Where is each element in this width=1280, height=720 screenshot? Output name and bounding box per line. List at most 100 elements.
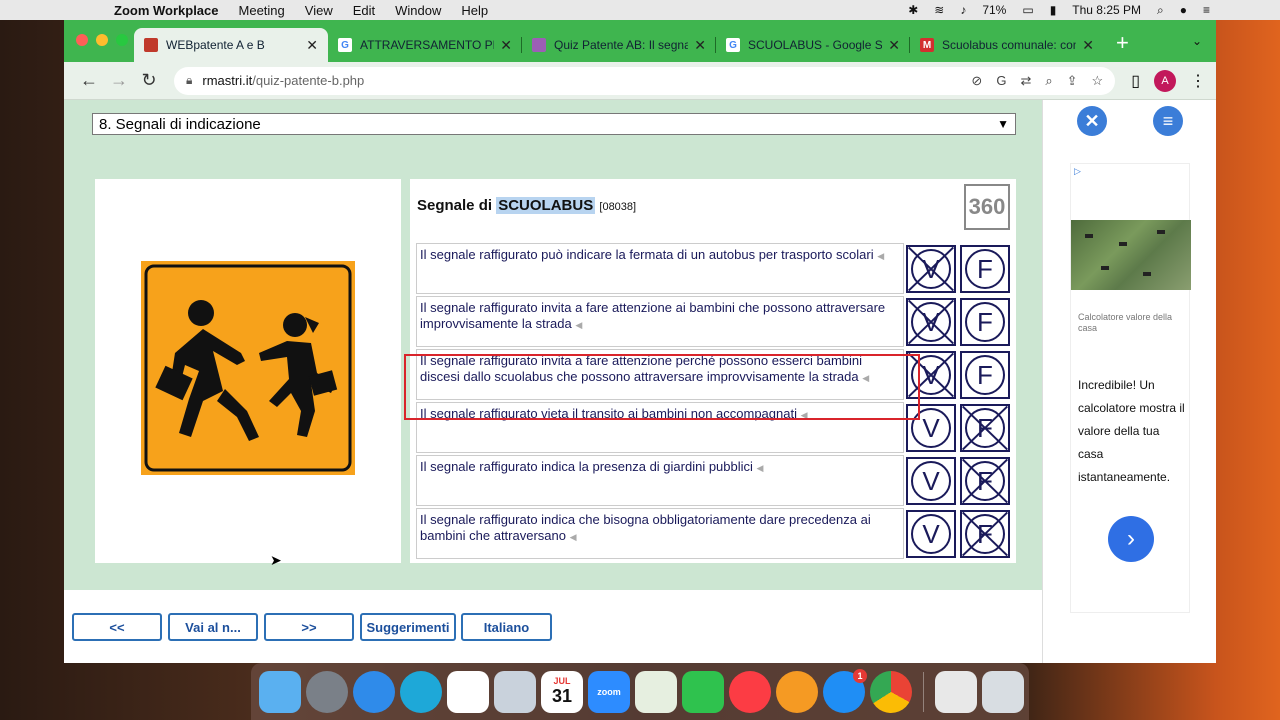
true-button[interactable]: V (906, 510, 956, 558)
false-button[interactable]: F (960, 510, 1010, 558)
goto-button[interactable]: Vai al n... (168, 613, 258, 641)
blocked-popup-icon[interactable]: ⊘ (971, 73, 982, 89)
browser-toolbar: ← → ↻ 🔒︎ rmastri.it /quiz-patente-b.php … (64, 62, 1216, 100)
side-panel-icon[interactable]: ▯ (1131, 71, 1140, 91)
clock[interactable]: Thu 8:25 PM (1072, 3, 1141, 17)
prev-button[interactable]: << (72, 613, 162, 641)
music-icon[interactable] (729, 670, 771, 713)
bookmark-star-icon[interactable]: ☆ (1092, 73, 1104, 89)
audio-speaker-icon[interactable]: ◀ (757, 463, 764, 473)
facetime-icon[interactable] (682, 670, 724, 713)
url-domain: rmastri.it (202, 73, 253, 88)
profile-avatar[interactable]: A (1154, 69, 1176, 92)
chrome-icon[interactable] (870, 670, 912, 713)
share-icon[interactable]: ⇪ (1067, 73, 1078, 89)
safari-icon[interactable] (400, 670, 442, 713)
back-arrow-icon[interactable]: ← (74, 70, 104, 91)
zoom-window-button[interactable] (116, 34, 128, 46)
zoom-app-icon[interactable]: zoom (588, 670, 630, 713)
app-store-icon[interactable]: 1 (823, 668, 867, 713)
preview-window-icon[interactable] (935, 670, 977, 713)
tab-webpatente[interactable]: WEBpatente A e B ✕ (134, 28, 328, 62)
chevron-down-icon: ▼ (997, 117, 1009, 131)
lock-icon[interactable]: 🔒︎ (186, 73, 192, 88)
false-button[interactable]: F (960, 245, 1010, 293)
close-icon[interactable]: ✕ (1077, 106, 1107, 136)
tab-label: Scuolabus comunale: com (942, 38, 1077, 52)
search-icon[interactable]: ⌕ (1157, 3, 1164, 18)
tab-scuolabus-google[interactable]: G SCUOLABUS - Google Sea ✕ (716, 28, 910, 62)
answer-row: Il segnale raffigurato invita a fare att… (416, 296, 1014, 347)
category-select[interactable]: 8. Segnali di indicazione ▼ (92, 113, 1016, 135)
volume-icon[interactable]: ♪ (960, 3, 966, 17)
menu-meeting[interactable]: Meeting (239, 3, 285, 18)
launchpad-icon[interactable] (306, 670, 348, 713)
finder-icon[interactable] (259, 670, 301, 713)
next-button[interactable]: >> (264, 613, 354, 641)
tab-scuolabus-comunale[interactable]: M Scuolabus comunale: com ✕ (910, 28, 1104, 62)
close-window-button[interactable] (76, 34, 88, 46)
battery-percent[interactable]: 71% (982, 3, 1006, 17)
address-bar[interactable]: 🔒︎ rmastri.it /quiz-patente-b.php ⊘ G ⇄ … (174, 66, 1116, 95)
false-button[interactable]: F (960, 457, 1010, 505)
photos-icon[interactable] (447, 670, 489, 713)
maps-icon[interactable] (635, 670, 677, 713)
tab-attraversamento[interactable]: G ATTRAVERSAMENTO PEDO ✕ (328, 28, 522, 62)
reload-icon[interactable]: ↻ (134, 70, 164, 91)
battery-icon[interactable]: ▭ (1022, 3, 1033, 17)
tab-close-icon[interactable]: ✕ (306, 37, 318, 54)
bluetooth-icon[interactable]: ✱ (908, 3, 918, 17)
quiz-favicon (532, 38, 546, 52)
true-button[interactable]: V (906, 245, 956, 293)
audio-speaker-icon[interactable]: ◀ (570, 532, 577, 542)
tab-close-icon[interactable]: ✕ (1082, 37, 1094, 54)
tab-strip: WEBpatente A e B ✕ G ATTRAVERSAMENTO PED… (64, 20, 1216, 62)
hints-button[interactable]: Suggerimenti (360, 613, 456, 641)
tab-quiz-patente[interactable]: Quiz Patente AB: Il segnale ✕ (522, 28, 716, 62)
false-button[interactable]: F (960, 404, 1010, 452)
answer-row: Il segnale raffigurato indica che bisogn… (416, 508, 1014, 559)
wifi-icon[interactable]: ≋ (934, 3, 944, 17)
false-button[interactable]: F (960, 298, 1010, 346)
menu-help[interactable]: Help (461, 3, 488, 18)
menu-window[interactable]: Window (395, 3, 441, 18)
calendar-icon[interactable]: JUL 31 (541, 670, 583, 713)
question-number: 360 (964, 184, 1010, 230)
false-button[interactable]: F (960, 351, 1010, 399)
true-button[interactable]: V (906, 457, 956, 505)
menu-app-name[interactable]: Zoom Workplace (114, 3, 219, 18)
menu-edit[interactable]: Edit (353, 3, 375, 18)
new-tab-plus-icon[interactable]: + (1116, 30, 1129, 56)
menu-view[interactable]: View (305, 3, 333, 18)
language-button[interactable]: Italiano (461, 613, 552, 641)
forward-arrow-icon[interactable]: → (104, 70, 134, 91)
minimize-window-button[interactable] (96, 34, 108, 46)
translate-icon[interactable]: ⇄ (1020, 73, 1031, 89)
zoom-icon[interactable]: ⌕ (1045, 73, 1052, 89)
advertisement[interactable]: ▷ Calcolatore valore della casa Incredib… (1070, 163, 1191, 613)
tab-search-chevron-icon[interactable]: ⌄ (1192, 34, 1202, 48)
google-lens-icon[interactable]: G (996, 73, 1006, 89)
quiz-navigation: << Vai al n... >> Suggerimenti Italiano (64, 590, 1042, 663)
trash-icon[interactable] (982, 670, 1024, 713)
tab-close-icon[interactable]: ✕ (694, 37, 706, 54)
aerial-map-image (1071, 220, 1191, 290)
adchoices-icon[interactable]: ▷ (1074, 166, 1081, 177)
tab-close-icon[interactable]: ✕ (500, 37, 512, 54)
messages-icon[interactable] (353, 670, 395, 713)
tab-close-icon[interactable]: ✕ (888, 37, 900, 54)
mail-stamp-icon[interactable] (494, 670, 536, 713)
ad-body: Incredibile! Un calcolatore mostra il va… (1078, 378, 1185, 484)
mouse-pointer-icon: ➤ (270, 552, 282, 568)
hamburger-menu-icon[interactable]: ≡ (1153, 106, 1183, 136)
macos-dock: JUL 31 zoom 1 (251, 663, 1029, 720)
audio-speaker-icon[interactable]: ◀ (877, 251, 884, 261)
true-button[interactable]: V (906, 298, 956, 346)
kebab-menu-icon[interactable]: ⋮ (1190, 71, 1206, 91)
control-center-icon[interactable]: ≡ (1203, 3, 1210, 17)
books-icon[interactable] (776, 670, 818, 713)
audio-speaker-icon[interactable]: ◀ (575, 320, 582, 330)
flag-icon[interactable]: ▮ (1050, 3, 1057, 17)
siri-icon[interactable]: ● (1180, 3, 1187, 17)
chevron-right-icon[interactable]: › (1108, 516, 1154, 562)
